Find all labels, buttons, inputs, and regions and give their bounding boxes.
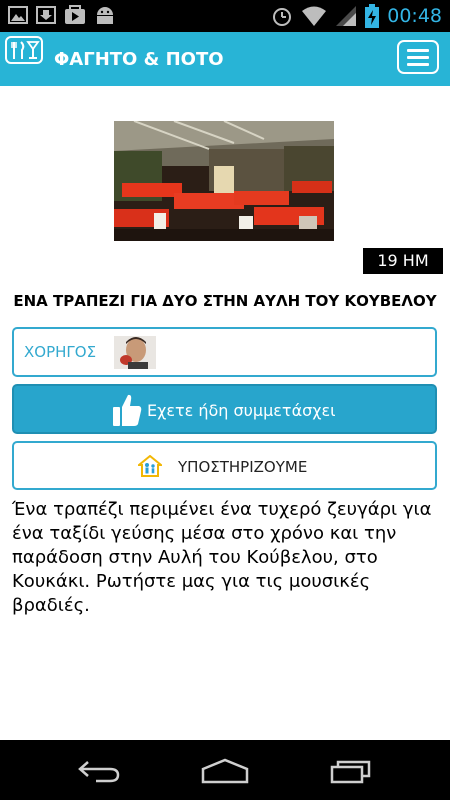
clock: 00:48: [387, 5, 442, 27]
play-store-icon: [65, 5, 85, 24]
alarm-icon: [273, 8, 292, 26]
days-remaining-badge: 19 ΗΜ: [363, 248, 443, 274]
back-icon[interactable]: [76, 758, 122, 784]
thumbs-up-icon: [113, 394, 142, 426]
android-icon: [97, 7, 113, 24]
recent-apps-icon[interactable]: [329, 758, 373, 784]
signal-icon: [336, 6, 357, 26]
gallery-icon: [8, 6, 28, 24]
app-title: ΦΑΓΗΤΟ & ΠΟΤΟ: [54, 49, 224, 70]
sponsor-label: ΧΟΡΗΓΟΣ: [24, 343, 97, 361]
participated-label: Εχετε ήδη συμμετάσχει: [147, 401, 336, 420]
sponsor-avatar: [114, 336, 156, 369]
battery-charging-icon: [365, 4, 380, 28]
participated-button[interactable]: Εχετε ήδη συμμετάσχει: [12, 384, 437, 434]
house-people-icon: [138, 455, 162, 477]
event-photo: [114, 121, 334, 241]
navigation-bar: [0, 740, 450, 800]
status-bar: 00:48: [0, 0, 450, 32]
support-label: ΥΠΟΣΤΗΡΙΖΟΥΜΕ: [178, 458, 308, 476]
event-description: Ένα τραπέζι περιμένει ένα τυχερό ζευγάρι…: [12, 499, 432, 616]
event-title: ΕΝΑ ΤΡΑΠΕΖΙ ΓΙΑ ΔΥΟ ΣΤΗΝ ΑΥΛΗ ΤΟΥ ΚΟΥΒΕΛ…: [13, 292, 437, 310]
download-icon: [36, 6, 56, 24]
sponsor-box[interactable]: ΧΟΡΗΓΟΣ: [12, 327, 437, 377]
hamburger-menu-icon[interactable]: [397, 40, 439, 74]
fork-knife-glass-icon[interactable]: [5, 36, 43, 64]
home-icon[interactable]: [200, 758, 250, 784]
support-button[interactable]: ΥΠΟΣΤΗΡΙΖΟΥΜΕ: [12, 441, 437, 490]
wifi-icon: [302, 6, 327, 26]
